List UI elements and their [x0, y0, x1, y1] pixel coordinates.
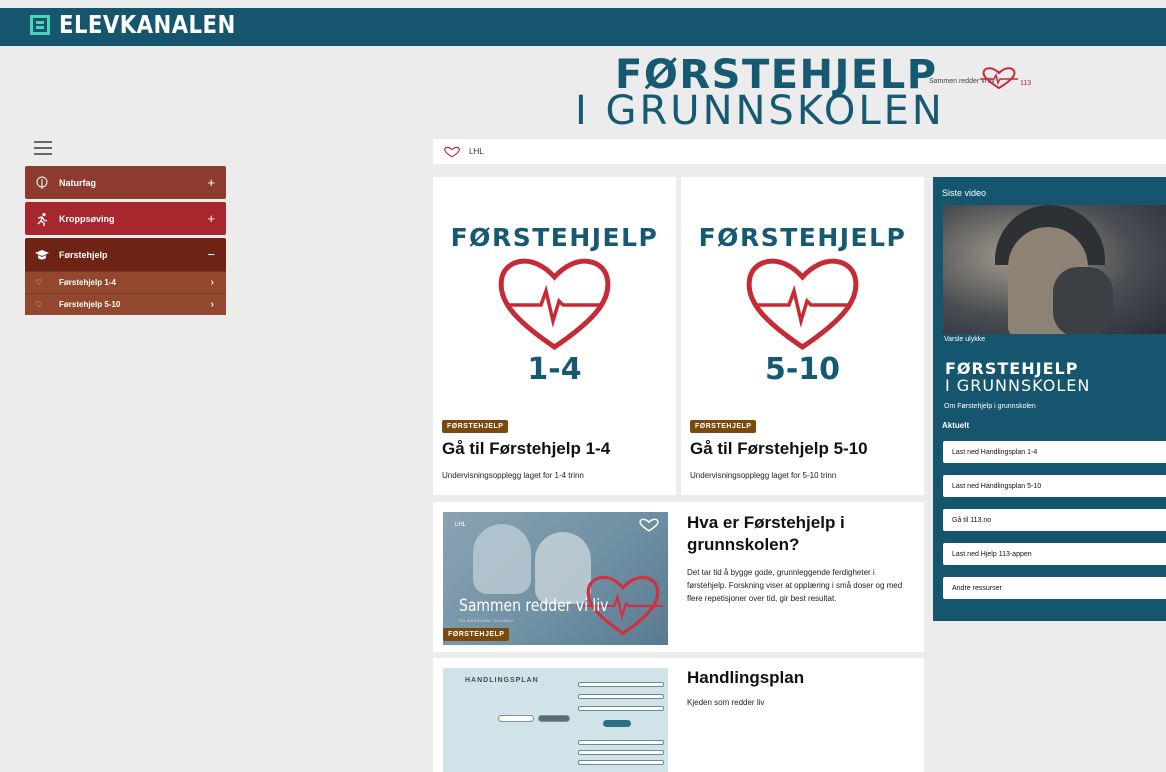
card-forstehjelp-5-10[interactable]: FØRSTEHJELP 5-10 FØRSTEHJELP Gå til Førs…: [681, 177, 924, 495]
sidebar-subitem-forstehjelp-5-10[interactable]: ♡ Førstehjelp 5-10 ›: [25, 293, 226, 315]
category-badge[interactable]: FØRSTEHJELP: [690, 420, 757, 433]
category-badge[interactable]: FØRSTEHJELP: [443, 628, 510, 641]
top-bar: ELEVKANALEN: [0, 8, 1166, 46]
leaf-icon: [35, 176, 49, 190]
flowchart-pill: [603, 720, 631, 727]
category-badge[interactable]: FØRSTEHJELP: [442, 420, 509, 433]
heart-pulse-icon: [746, 258, 859, 351]
resource-links: Last ned Handlingsplan 1-4 Last ned Hand…: [943, 441, 1166, 611]
chevron-right-icon: ›: [210, 299, 214, 310]
sidebar-item-kroppsoving[interactable]: Kroppsøving +: [25, 202, 226, 235]
card-description: Undervisningsopplegg laget for 5-10 trin…: [690, 471, 837, 480]
link-hjelp-113-appen[interactable]: Last ned Hjelp 113-appen: [943, 543, 1166, 565]
handlingsplan-image[interactable]: HANDLINGSPLAN: [443, 668, 668, 772]
flowchart-box: [578, 750, 664, 755]
image-headline: Sammen redder vi liv: [459, 596, 609, 616]
sidebar-item-naturfag[interactable]: Naturfag +: [25, 166, 226, 199]
flowchart-box: [578, 760, 664, 765]
flowchart-pill: [538, 715, 570, 722]
link-113[interactable]: Gå til 113.no: [943, 509, 1166, 531]
panel-logo-line2: I GRUNNSKOLEN: [945, 376, 1091, 395]
card-title[interactable]: Gå til Førstehjelp 1-4: [442, 439, 610, 459]
card-title[interactable]: Gå til Førstehjelp 5-10: [690, 439, 868, 459]
sidebar-item-label: Førstehjelp: [59, 249, 108, 260]
expand-icon[interactable]: +: [207, 175, 215, 190]
card-logo-title: FØRSTEHJELP: [698, 223, 907, 252]
runner-icon: [35, 212, 49, 226]
card-handlingsplan[interactable]: HANDLINGSPLAN Handlingsplan Kjeden som r…: [433, 658, 924, 772]
sidebar-subitem-forstehjelp-1-4[interactable]: ♡ Førstehjelp 1-4 ›: [25, 271, 226, 293]
plan-description: Kjeden som redder liv: [687, 698, 765, 707]
flowchart-box: [578, 740, 664, 745]
sidebar-panel: Siste video Varsle ulykke FØRSTEHJELP I …: [933, 177, 1166, 621]
expand-icon[interactable]: +: [207, 211, 215, 226]
heart-outline-icon: [639, 518, 659, 532]
section-heading: Aktuelt: [942, 421, 970, 430]
grade-label: 1-4: [527, 352, 582, 387]
sidebar-item-label: Kroppsøving: [59, 213, 115, 224]
hero-113: 113: [1020, 80, 1032, 87]
card-description: Undervisningsopplegg laget for 1-4 trinn: [442, 471, 584, 480]
heart-icon: ♡: [35, 300, 43, 309]
sidebar-item-label: Naturfag: [59, 177, 97, 188]
elevkanalen-logo[interactable]: ELEVKANALEN: [30, 10, 267, 39]
grade-label: 5-10: [764, 352, 841, 387]
collapse-icon[interactable]: −: [207, 247, 215, 262]
video-figure-hand: [1053, 267, 1113, 334]
image-title: HANDLINGSPLAN: [465, 677, 539, 684]
flowchart-box: [578, 682, 664, 687]
elevkanalen-logo-icon: [30, 14, 50, 35]
about-link[interactable]: Om Førstehjelp i grunnskolen: [944, 403, 1036, 410]
hero-title-line2: I GRUNNSKOLEN: [575, 88, 945, 134]
flowchart-box: [578, 706, 664, 711]
video-thumbnail[interactable]: [943, 205, 1166, 334]
hero-logo: FØRSTEHJELP I GRUNNSKOLEN Sammen redder …: [575, 52, 1035, 134]
image-subtext: EN NASJONAL DUGNAD: [459, 618, 515, 623]
link-handlingsplan-5-10[interactable]: Last ned Handlingsplan 5-10: [943, 475, 1166, 497]
card-logo-title: FØRSTEHJELP: [450, 223, 659, 252]
logo-text: ELEVKANALEN: [59, 10, 236, 39]
card-forstehjelp-1-4[interactable]: FØRSTEHJELP 1-4 FØRSTEHJELP Gå til Først…: [433, 177, 676, 495]
sidebar-subitem-label: Førstehjelp 5-10: [59, 300, 121, 309]
sidebar-item-forstehjelp[interactable]: Førstehjelp −: [25, 238, 226, 271]
chevron-right-icon: ›: [210, 277, 214, 288]
sidebar-subitem-label: Førstehjelp 1-4: [59, 278, 116, 287]
link-andre-ressurser[interactable]: Andre ressurser: [943, 577, 1166, 599]
article-body: Det tar tid å bygge gode, grunnleggende …: [687, 568, 903, 603]
heart-pulse-icon: [498, 258, 611, 351]
child-figure: [473, 524, 531, 594]
graduation-cap-icon: [35, 248, 49, 262]
plan-title[interactable]: Handlingsplan: [687, 668, 804, 688]
lhl-logo: LHL: [455, 522, 467, 528]
card-hva-er-forstehjelp[interactable]: LHL Sammen redder vi liv EN NASJONAL DUG…: [433, 502, 924, 652]
panel-title: Siste video: [942, 188, 987, 198]
video-caption[interactable]: Varsle ulykke: [944, 336, 985, 343]
heart-icon: ♡: [35, 278, 43, 287]
breadcrumb: LHL: [433, 139, 1166, 164]
hamburger-icon[interactable]: [34, 141, 52, 159]
heart-pulse-icon: [980, 67, 1018, 90]
heart-pulse-icon: [444, 146, 460, 157]
sidebar-nav: Naturfag + Kroppsøving + Førstehjelp − ♡…: [25, 166, 226, 315]
flowchart-pill: [498, 715, 534, 722]
article-image[interactable]: LHL Sammen redder vi liv EN NASJONAL DUG…: [443, 512, 668, 645]
article-title[interactable]: Hva er Førstehjelp i grunnskolen?: [687, 512, 907, 556]
flowchart-box: [578, 694, 664, 699]
link-handlingsplan-1-4[interactable]: Last ned Handlingsplan 1-4: [943, 441, 1166, 463]
breadcrumb-label[interactable]: LHL: [469, 147, 484, 156]
